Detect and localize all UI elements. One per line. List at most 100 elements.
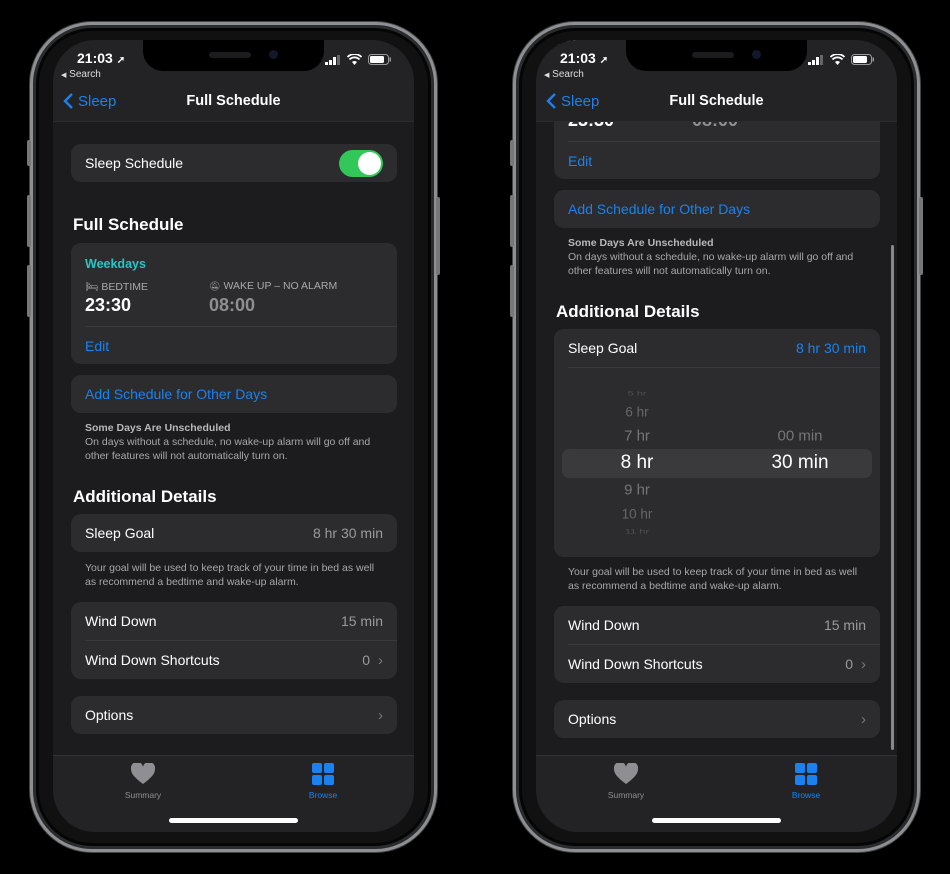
bedtime-label-group: 🛏︎BEDTIME: [85, 280, 149, 294]
volume-down-button: [510, 265, 514, 317]
picker-hour-option[interactable]: 9 hr: [624, 482, 650, 499]
tab-summary[interactable]: Summary: [103, 762, 183, 800]
chevron-right-icon: ›: [378, 651, 383, 669]
additional-details-header: Additional Details: [556, 302, 700, 321]
speaker: [209, 52, 251, 58]
back-to-app-link[interactable]: ◀ Search: [61, 69, 101, 80]
options-label: Options: [568, 711, 617, 727]
tab-bar: Summary Browse: [536, 755, 897, 832]
speaker: [692, 52, 734, 58]
bed-icon: 🛏︎: [85, 281, 99, 293]
sleep-goal-note: Your goal will be used to keep track of …: [568, 566, 858, 592]
wind-down-shortcuts-value: 0: [845, 656, 853, 672]
weekdays-schedule-card: Weekdays 🛏︎BEDTIME 23:30 🔕︎WAKE UP – NO …: [71, 243, 397, 364]
wind-down-row[interactable]: Wind Down 15 min: [554, 606, 880, 644]
page-title: Full Schedule: [186, 93, 281, 109]
add-schedule-button[interactable]: Add Schedule for Other Days: [554, 190, 880, 228]
camera: [269, 50, 278, 59]
scrollbar[interactable]: [891, 245, 894, 750]
iphone-frame: Sleep Schedule Full Schedule Weekdays 🛏︎…: [27, 22, 440, 852]
unscheduled-note-text: On days without a schedule, no wake-up a…: [85, 436, 371, 462]
unscheduled-note: Some Days Are Unscheduled On days without…: [568, 236, 862, 278]
status-time-text: 21:03: [77, 50, 113, 66]
scroll-content[interactable]: Sleep Schedule Full Schedule Weekdays 🛏︎…: [53, 40, 414, 755]
sleep-goal-card: Sleep Goal 8 hr 30 min 5 hr 6 hr 7 hr 8 hr 9 …: [554, 329, 880, 557]
scroll-content[interactable]: Sleep Schedule Full Schedule Weekdays 🛏︎…: [536, 40, 897, 755]
sleep-goal-value: 8 hr 30 min: [795, 340, 866, 356]
back-to-app-label: Search: [69, 69, 101, 80]
sleep-goal-picker[interactable]: 5 hr 6 hr 7 hr 8 hr 9 hr 10 hr 11 hr 00 min 30 m…: [554, 368, 880, 557]
options-label: Options: [85, 707, 134, 723]
additional-details-header: Additional Details: [73, 487, 217, 506]
chevron-right-icon: ›: [378, 706, 383, 724]
picker-hour-option[interactable]: 11 hr: [625, 529, 649, 536]
grid-icon: [312, 763, 334, 785]
unscheduled-note-text: On days without a schedule, no wake-up a…: [568, 251, 854, 277]
battery-icon: [851, 54, 874, 65]
options-row[interactable]: Options ›: [71, 696, 397, 734]
wind-down-row[interactable]: Wind Down 15 min: [71, 602, 397, 640]
bedtime-label: BEDTIME: [101, 280, 149, 293]
sleep-goal-row[interactable]: Sleep Goal 8 hr 30 min: [554, 329, 880, 367]
volume-down-button: [27, 265, 31, 317]
sleep-schedule-toggle[interactable]: [339, 149, 383, 177]
notch: [143, 40, 324, 71]
options-row[interactable]: Options ›: [554, 700, 880, 738]
tab-browse-label: Browse: [308, 790, 338, 800]
sleep-goal-row[interactable]: Sleep Goal 8 hr 30 min: [71, 514, 397, 552]
sleep-goal-card: Sleep Goal 8 hr 30 min: [71, 514, 397, 552]
wind-down-shortcuts-label: Wind Down Shortcuts: [85, 652, 220, 668]
cellular-signal-icon: [808, 54, 823, 65]
add-schedule-card: Add Schedule for Other Days: [71, 375, 397, 413]
sleep-schedule-row: Sleep Schedule: [71, 144, 397, 182]
picker-minute-option[interactable]: 30 min: [771, 452, 828, 474]
chevron-right-icon: ›: [861, 655, 866, 673]
full-schedule-header: Full Schedule: [73, 215, 184, 234]
tab-browse[interactable]: Browse: [283, 762, 363, 800]
picker-hour-option[interactable]: 5 hr: [628, 391, 647, 398]
wind-down-value: 15 min: [340, 613, 383, 629]
side-button: [919, 197, 923, 275]
back-triangle-icon: ◀: [544, 72, 550, 79]
divider: [568, 141, 880, 142]
notch: [626, 40, 807, 71]
wind-down-shortcuts-row[interactable]: Wind Down Shortcuts 0 ›: [71, 641, 397, 679]
status-time-text: 21:03: [560, 50, 596, 66]
wake-label-group: 🔕︎WAKE UP – NO ALARM: [209, 280, 337, 292]
side-button: [436, 197, 440, 275]
wind-down-value: 15 min: [823, 617, 866, 633]
edit-schedule-link[interactable]: Edit: [85, 338, 109, 354]
tab-summary[interactable]: Summary: [586, 762, 666, 800]
sleep-goal-note: Your goal will be used to keep track of …: [85, 562, 375, 588]
picker-hour-option[interactable]: 8 hr: [621, 452, 654, 474]
picker-hour-option[interactable]: 7 hr: [624, 428, 650, 445]
tab-browse[interactable]: Browse: [766, 762, 846, 800]
wind-down-shortcuts-value: 0: [362, 652, 370, 668]
wind-down-shortcuts-row[interactable]: Wind Down Shortcuts 0 ›: [554, 645, 880, 683]
back-triangle-icon: ◀: [61, 72, 67, 79]
picker-hour-option[interactable]: 6 hr: [625, 405, 648, 420]
home-indicator: [652, 818, 781, 823]
status-time: 21:03 ➚: [77, 50, 125, 66]
wake-label: WAKE UP – NO ALARM: [223, 280, 338, 292]
unscheduled-note-title: Some Days Are Unscheduled: [85, 422, 231, 434]
location-arrow-icon: ➚: [599, 55, 609, 66]
picker-minute-option[interactable]: 00 min: [777, 428, 822, 445]
picker-hour-option[interactable]: 10 hr: [622, 507, 653, 522]
status-icons: [325, 54, 392, 65]
add-schedule-button[interactable]: Add Schedule for Other Days: [71, 375, 397, 413]
add-schedule-card: Add Schedule for Other Days: [554, 190, 880, 228]
wifi-icon: [830, 54, 845, 65]
bedtime-value: 23:30: [85, 295, 132, 315]
back-to-app-link[interactable]: ◀ Search: [544, 69, 584, 80]
back-to-app-label: Search: [552, 69, 584, 80]
camera: [752, 50, 761, 59]
wifi-icon: [347, 54, 362, 65]
divider: [85, 326, 397, 327]
unscheduled-note-title: Some Days Are Unscheduled: [568, 237, 714, 249]
heart-icon: [131, 763, 155, 784]
cellular-signal-icon: [325, 54, 340, 65]
edit-schedule-link[interactable]: Edit: [568, 153, 592, 169]
page-title: Full Schedule: [669, 93, 764, 109]
wake-value: 08:00: [209, 295, 256, 315]
